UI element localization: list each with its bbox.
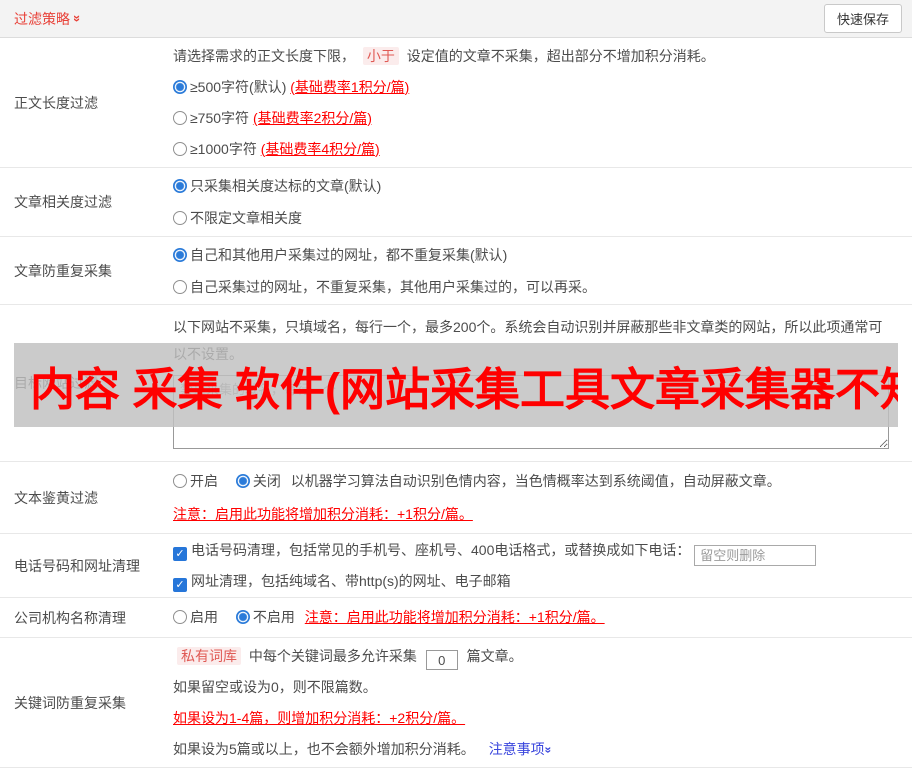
row-label-dedup: 文章防重复采集 xyxy=(14,262,112,279)
radio-unchecked-icon[interactable] xyxy=(173,110,187,125)
radio-unchecked-icon[interactable] xyxy=(173,610,187,624)
radio-option-relevance-only[interactable]: 只采集相关度达标的文章(默认) xyxy=(173,170,896,202)
top-bar: 过滤策略 » 快速保存 xyxy=(0,0,912,38)
checkbox-checked-icon[interactable]: ✓ xyxy=(173,578,187,592)
row-company-name-cleanup: 公司机构名称清理 启用 不启用 注意：启用此功能将增加积分消耗：+1积分/篇。 xyxy=(0,598,912,638)
radio-option-relevance-any[interactable]: 不限定文章相关度 xyxy=(173,202,896,234)
row-label-relevance: 文章相关度过滤 xyxy=(14,194,112,210)
radio-unchecked-icon[interactable] xyxy=(173,211,187,225)
option-label: 电话号码清理，包括常见的手机号、座机号、400电话格式，或替换成如下电话： xyxy=(191,542,691,558)
radio-option-company-off[interactable]: 不启用 xyxy=(235,609,295,625)
radio-unchecked-icon[interactable] xyxy=(173,279,187,294)
keyword-limit-line: 私有词库 中每个关键词最多允许采集 篇文章。 xyxy=(173,641,896,672)
radio-unchecked-icon[interactable] xyxy=(173,141,187,156)
row-label-content-length: 正文长度过滤 xyxy=(14,94,98,111)
radio-option-porn-off[interactable]: 关闭 xyxy=(235,472,281,489)
radio-option-dedup-all-users[interactable]: 自己和其他用户采集过的网址，都不重复采集(默认) xyxy=(173,239,896,271)
replacement-phone-input[interactable] xyxy=(694,545,817,566)
base-rate-note: (基础费率2积分/篇) xyxy=(252,109,372,126)
radio-option-dedup-self-only[interactable]: 自己采集过的网址，不重复采集，其他用户采集过的，可以再采。 xyxy=(173,271,896,303)
option-label: 网址清理，包括纯域名、带http(s)的网址、电子邮箱 xyxy=(191,573,511,589)
radio-checked-icon[interactable] xyxy=(235,473,250,488)
checkbox-checked-icon[interactable]: ✓ xyxy=(173,547,187,561)
radio-option-company-on[interactable]: 启用 xyxy=(173,609,218,625)
option-label: 只采集相关度达标的文章(默认) xyxy=(190,178,382,194)
row-label-porn-filter: 文本鉴黄过滤 xyxy=(14,489,98,506)
note-text: 如果设为5篇或以上，也不会额外增加积分消耗。 xyxy=(173,740,475,757)
target-sites-description: 以下网站不采集，只填域名，每行一个，最多200个。系统会自动识别并屏蔽那些非文章… xyxy=(173,319,883,362)
company-cleanup-cost-note: 注意：启用此功能将增加积分消耗：+1积分/篇。 xyxy=(304,609,605,625)
row-label-company-cleanup: 公司机构名称清理 xyxy=(14,609,126,626)
keyword-note-zero: 如果留空或设为0，则不限篇数。 xyxy=(173,678,377,695)
radio-checked-icon[interactable] xyxy=(173,79,187,94)
keyword-note-cost: 如果设为1-4篇，则增加积分消耗：+2积分/篇。 xyxy=(173,709,466,726)
row-keyword-dedup: 关键词防重复采集 私有词库 中每个关键词最多允许采集 篇文章。 如果留空或设为0… xyxy=(0,638,912,768)
radio-unchecked-icon[interactable] xyxy=(173,473,187,488)
base-rate-note: (基础费率1积分/篇) xyxy=(290,78,410,95)
page-title: 过滤策略 xyxy=(14,10,70,27)
base-rate-note: (基础费率4积分/篇) xyxy=(260,140,380,157)
option-label: 启用 xyxy=(190,609,218,625)
notice-link-label: 注意事项 xyxy=(488,740,545,757)
option-label: ≥1000字符 xyxy=(190,140,257,157)
option-label: 自己采集过的网址，不重复采集，其他用户采集过的，可以再采。 xyxy=(190,278,596,295)
limit-text-suffix: 篇文章。 xyxy=(466,647,523,664)
porn-filter-cost-note: 注意：启用此功能将增加积分消耗：+1积分/篇。 xyxy=(173,505,473,522)
radio-option-500-chars[interactable]: ≥500字符(默认) (基础费率1积分/篇) xyxy=(173,72,896,103)
checkbox-option-url-cleanup[interactable]: ✓ 网址清理，包括纯域名、带http(s)的网址、电子邮箱 xyxy=(173,566,896,596)
row-phone-url-cleanup: 电话号码和网址清理 ✓ 电话号码清理，包括常见的手机号、座机号、400电话格式，或… xyxy=(0,534,912,598)
option-label: 关闭 xyxy=(252,472,281,489)
chevron-double-down-icon: » xyxy=(541,746,556,753)
radio-checked-icon[interactable] xyxy=(173,247,187,262)
option-label: ≥750字符 xyxy=(190,109,250,126)
max-articles-input[interactable] xyxy=(425,650,458,670)
row-relevance-filter: 文章相关度过滤 只采集相关度达标的文章(默认) 不限定文章相关度 xyxy=(0,168,912,237)
row-label-target-sites: 目标网站过滤 xyxy=(14,375,98,391)
notice-link[interactable]: 注意事项» xyxy=(488,740,556,757)
row-target-site-filter: 目标网站过滤 以下网站不采集，只填域名，每行一个，最多200个。系统会自动识别并… xyxy=(0,305,912,462)
chevron-double-down-icon: » xyxy=(70,14,86,23)
intro-prefix: 请选择需求的正文长度下限， xyxy=(173,47,355,64)
option-label: 不启用 xyxy=(252,609,295,625)
checkbox-option-phone-cleanup[interactable]: ✓ 电话号码清理，包括常见的手机号、座机号、400电话格式，或替换成如下电话： xyxy=(173,535,896,566)
section-header-filter-strategy[interactable]: 过滤策略 » xyxy=(14,9,86,29)
content-length-intro: 请选择需求的正文长度下限， 小于 设定值的文章不采集，超出部分不增加积分消耗。 xyxy=(173,41,896,72)
limit-text-mid: 中每个关键词最多允许采集 xyxy=(248,647,417,664)
quick-save-button[interactable]: 快速保存 xyxy=(823,4,902,33)
row-label-keyword-dedup: 关键词防重复采集 xyxy=(14,694,126,711)
option-label: 开启 xyxy=(190,472,218,489)
radio-option-porn-on[interactable]: 开启 xyxy=(173,473,218,489)
filter-strategy-page: 过滤策略 » 快速保存 正文长度过滤 请选择需求的正文长度下限， 小于 设定值的… xyxy=(0,0,912,768)
row-content-length-filter: 正文长度过滤 请选择需求的正文长度下限， 小于 设定值的文章不采集，超出部分不增… xyxy=(0,38,912,168)
radio-checked-icon[interactable] xyxy=(173,179,187,193)
private-thesaurus-link[interactable]: 私有词库 xyxy=(177,646,241,665)
blocked-domains-textarea[interactable] xyxy=(173,375,889,449)
radio-option-1000-chars[interactable]: ≥1000字符 (基础费率4积分/篇) xyxy=(173,134,896,165)
keyword-note-five-plus: 如果设为5篇或以上，也不会额外增加积分消耗。 注意事项» xyxy=(173,734,896,765)
less-than-badge: 小于 xyxy=(362,46,399,65)
option-label: 自己和其他用户采集过的网址，都不重复采集(默认) xyxy=(190,246,508,263)
radio-checked-icon[interactable] xyxy=(235,610,250,624)
row-porn-filter: 文本鉴黄过滤 开启 关闭 以机器学习算法自动识别色情内容，当色情概率达到系统阈值… xyxy=(0,462,912,534)
intro-suffix: 设定值的文章不采集，超出部分不增加积分消耗。 xyxy=(406,47,715,64)
porn-filter-description: 以机器学习算法自动识别色情内容，当色情概率达到系统阈值，自动屏蔽文章。 xyxy=(290,472,781,489)
radio-option-750-chars[interactable]: ≥750字符 (基础费率2积分/篇) xyxy=(173,103,896,134)
option-label: 不限定文章相关度 xyxy=(190,210,302,226)
row-dedup-collection: 文章防重复采集 自己和其他用户采集过的网址，都不重复采集(默认) 自己采集过的网… xyxy=(0,237,912,305)
option-label: ≥500字符(默认) xyxy=(190,78,287,95)
row-label-phone-url: 电话号码和网址清理 xyxy=(14,557,140,574)
